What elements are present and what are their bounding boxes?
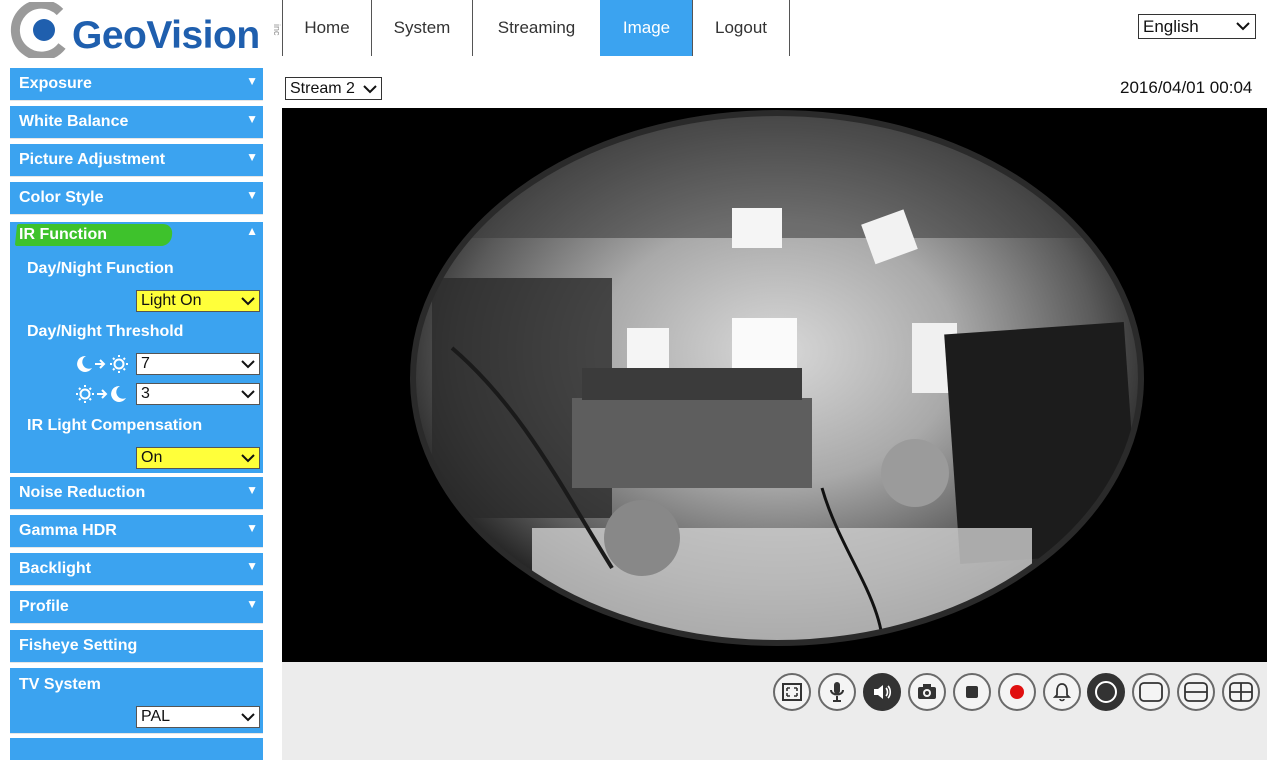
sidebar-item-label: Color Style (19, 189, 104, 206)
tab-system[interactable]: System (371, 0, 472, 56)
sidebar-item-label: Backlight (19, 560, 92, 577)
night-to-day-icon (74, 353, 134, 375)
snapshot-icon[interactable] (908, 673, 946, 711)
expand-arrow-icon: ▼ (246, 597, 258, 611)
night-to-day-threshold-select[interactable]: 7 (136, 353, 260, 375)
sidebar-item-label: Fisheye Setting (19, 637, 138, 654)
alarm-icon[interactable] (1043, 673, 1081, 711)
tab-streaming[interactable]: Streaming (472, 0, 600, 56)
sidebar-item-label: Picture Adjustment (19, 151, 166, 168)
sidebar-item-backlight[interactable]: Backlight ▼ (10, 553, 263, 586)
chevron-down-icon (1236, 22, 1250, 31)
live-video-view[interactable] (282, 108, 1267, 662)
night-to-day-threshold-value: 7 (141, 355, 150, 372)
stop-icon[interactable] (953, 673, 991, 711)
sidebar-footer (10, 738, 263, 760)
sidebar-item-label: Exposure (19, 75, 92, 92)
chevron-down-icon (241, 360, 255, 369)
expand-arrow-icon: ▼ (246, 74, 258, 88)
single-view-icon[interactable] (1132, 673, 1170, 711)
language-value: English (1143, 16, 1199, 36)
chevron-down-icon (363, 85, 377, 94)
sidebar-item-label: White Balance (19, 113, 129, 130)
tv-system-panel: TV System PAL (10, 668, 263, 734)
sidebar-item-fisheye-setting[interactable]: Fisheye Setting (10, 630, 263, 663)
tab-logout[interactable]: Logout (692, 0, 790, 56)
chevron-down-icon (241, 454, 255, 463)
ir-function-title: IR Function (19, 226, 107, 243)
day-night-threshold-label: Day/Night Threshold (27, 323, 184, 340)
sidebar-item-picture-adjustment[interactable]: Picture Adjustment ▼ (10, 144, 263, 177)
fisheye-image (410, 110, 1144, 646)
tv-system-value: PAL (141, 708, 171, 725)
camera-timestamp: 2016/04/01 00:04 (1120, 78, 1253, 97)
player-toolbar (282, 662, 1267, 760)
main-nav: Home System Streaming Image Logout (282, 0, 790, 56)
sidebar-item-profile[interactable]: Profile ▼ (10, 591, 263, 624)
expand-arrow-icon: ▼ (246, 188, 258, 202)
tv-system-label: TV System (19, 676, 101, 693)
stream-value: Stream 2 (290, 79, 355, 97)
logo-text: GeoVision (72, 14, 260, 57)
sidebar-item-color-style[interactable]: Color Style ▼ (10, 182, 263, 215)
day-night-function-label: Day/Night Function (27, 260, 174, 277)
tv-system-select[interactable]: PAL (136, 706, 260, 728)
day-to-night-threshold-value: 3 (141, 385, 150, 402)
ir-light-compensation-value: On (141, 449, 163, 466)
logo-suffix: inc (272, 24, 282, 36)
quad-view-icon[interactable] (1222, 673, 1260, 711)
stream-select[interactable]: Stream 2 (285, 77, 382, 100)
sidebar-item-ir-function[interactable]: IR Function ▲ (10, 222, 263, 252)
ir-light-compensation-label: IR Light Compensation (27, 417, 203, 434)
day-night-function-select[interactable]: Light On (136, 290, 260, 312)
sidebar-item-label: Noise Reduction (19, 484, 146, 501)
ir-function-panel: IR Function ▲ Day/Night Function Light O… (10, 222, 263, 473)
day-to-night-icon (74, 383, 134, 405)
collapse-arrow-icon: ▲ (246, 224, 258, 238)
day-night-function-value: Light On (141, 292, 202, 309)
logo-mark-icon (10, 2, 66, 58)
sidebar-item-exposure[interactable]: Exposure ▼ (10, 68, 263, 101)
day-to-night-threshold-select[interactable]: 3 (136, 383, 260, 405)
expand-arrow-icon: ▼ (246, 521, 258, 535)
chevron-down-icon (241, 713, 255, 722)
chevron-down-icon (241, 297, 255, 306)
expand-arrow-icon: ▼ (246, 483, 258, 497)
tab-image[interactable]: Image (600, 0, 692, 56)
sidebar: Exposure ▼ White Balance ▼ Picture Adjus… (10, 68, 263, 760)
language-select[interactable]: English (1138, 14, 1256, 39)
record-icon[interactable] (998, 673, 1036, 711)
sidebar-item-noise-reduction[interactable]: Noise Reduction ▼ (10, 477, 263, 510)
sidebar-item-white-balance[interactable]: White Balance ▼ (10, 106, 263, 139)
sidebar-item-gamma-hdr[interactable]: Gamma HDR ▼ (10, 515, 263, 548)
microphone-icon[interactable] (818, 673, 856, 711)
sidebar-item-label: Profile (19, 598, 69, 615)
speaker-icon[interactable] (863, 673, 901, 711)
sidebar-item-label: Gamma HDR (19, 522, 117, 539)
expand-arrow-icon: ▼ (246, 559, 258, 573)
fisheye-view-icon[interactable] (1087, 673, 1125, 711)
dual-view-icon[interactable] (1177, 673, 1215, 711)
expand-arrow-icon: ▼ (246, 112, 258, 126)
fullscreen-icon[interactable] (773, 673, 811, 711)
expand-arrow-icon: ▼ (246, 150, 258, 164)
geovision-logo: GeoVision inc (4, 0, 282, 64)
chevron-down-icon (241, 390, 255, 399)
ir-light-compensation-select[interactable]: On (136, 447, 260, 469)
tab-home[interactable]: Home (282, 0, 371, 56)
